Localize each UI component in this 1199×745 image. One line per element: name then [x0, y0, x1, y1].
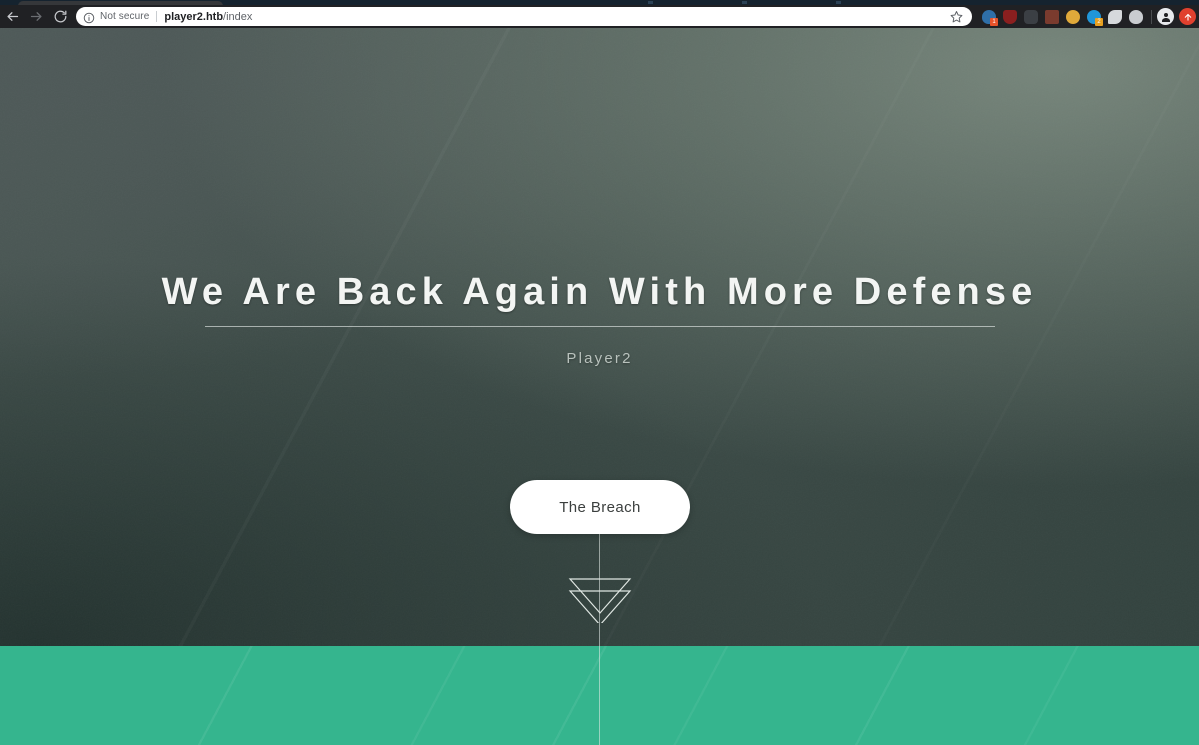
browser-toolbar: Not secure player2.htb/index 1 2 [0, 5, 1199, 28]
star-icon[interactable] [950, 10, 964, 24]
hacktools-badge: 2 [1095, 18, 1103, 26]
wappalyzer-icon[interactable] [1020, 6, 1041, 27]
hacktools-icon[interactable]: 2 [1083, 6, 1104, 27]
address-bar[interactable]: Not secure player2.htb/index [76, 7, 972, 26]
toolbar-divider [1151, 9, 1152, 24]
reload-button[interactable] [48, 6, 72, 28]
omnibox-divider [156, 11, 158, 22]
page-viewport: We Are Back Again With More Defense Play… [0, 28, 1199, 745]
wayback-machine-icon[interactable] [1104, 6, 1125, 27]
page-title: We Are Back Again With More Defense [161, 271, 1038, 313]
forward-button[interactable] [24, 6, 48, 28]
browser-chrome: Not secure player2.htb/index 1 2 [0, 0, 1199, 28]
ublock-origin-icon[interactable] [999, 6, 1020, 27]
update-arrow-icon[interactable] [1179, 8, 1196, 25]
burp-badge: 1 [990, 18, 998, 26]
url-path: /index [223, 10, 253, 23]
title-divider-rule [205, 326, 995, 327]
tab-inactive-3[interactable] [836, 1, 841, 4]
account-avatar-icon[interactable] [1157, 8, 1174, 25]
info-circle-icon[interactable] [83, 11, 95, 23]
extension-tray: 1 2 [972, 5, 1199, 28]
page-subtitle: Player2 [566, 350, 633, 367]
url-text: player2.htb/index [164, 11, 950, 23]
double-chevron-down-icon[interactable] [566, 573, 634, 623]
foxyproxy-icon[interactable] [1125, 6, 1146, 27]
tab-inactive-2[interactable] [742, 1, 747, 4]
tamper-chrome-icon[interactable] [1041, 6, 1062, 27]
security-status-text: Not secure [100, 11, 150, 22]
burp-suite-extension-icon[interactable]: 1 [978, 6, 999, 27]
the-breach-button[interactable]: The Breach [510, 480, 690, 534]
vertical-connector-line [599, 506, 600, 745]
tab-inactive-1[interactable] [648, 1, 653, 4]
cookie-editor-icon[interactable] [1062, 6, 1083, 27]
back-button[interactable] [0, 6, 24, 28]
url-host: player2.htb [164, 10, 224, 23]
